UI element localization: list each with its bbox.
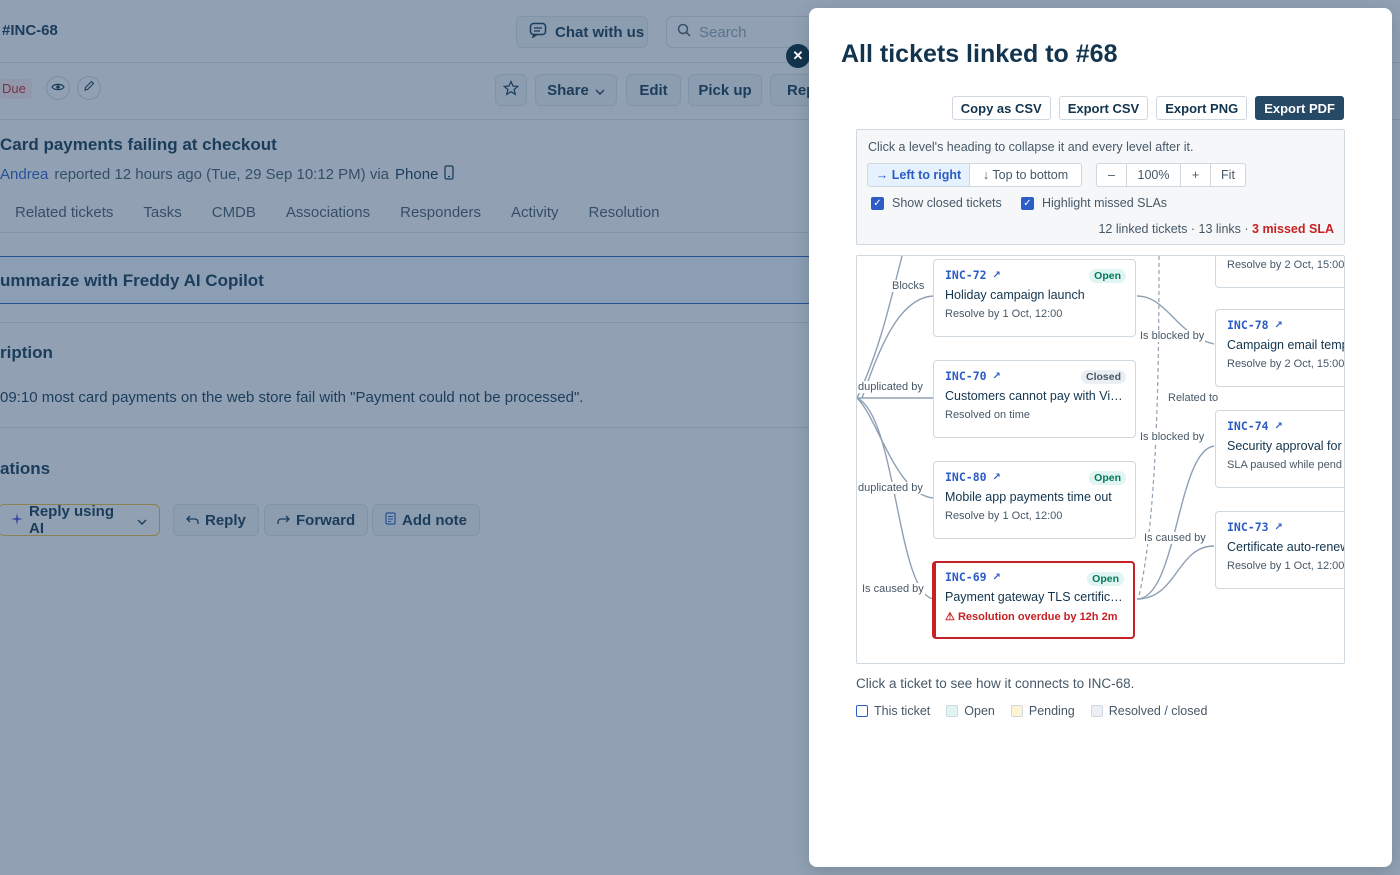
external-link-icon[interactable]: ↗ xyxy=(1275,522,1283,533)
close-icon[interactable]: ✕ xyxy=(786,44,810,68)
graph-controls: Click a level's heading to collapse it a… xyxy=(856,129,1345,245)
external-link-icon[interactable]: ↗ xyxy=(1275,320,1283,331)
export-png-button[interactable]: Export PNG xyxy=(1156,96,1248,120)
edge-label-is-caused-by: Is caused by xyxy=(1143,532,1207,544)
warning-icon: ⚠ xyxy=(945,611,955,623)
modal-title: All tickets linked to #68 xyxy=(841,40,1118,68)
legend-label: Pending xyxy=(1028,704,1075,718)
ticket-id-link[interactable]: INC-74 xyxy=(1227,419,1269,433)
overdue-text: Resolution overdue by 12h 2m xyxy=(957,611,1118,623)
ticket-sla: Resolved on time xyxy=(945,409,1030,421)
ticket-sla: Resolve by 2 Oct, 15:00 xyxy=(1227,358,1345,370)
edge-label-blocks: Blocks xyxy=(891,280,926,292)
ticket-sla: Resolve by 1 Oct, 12:00 xyxy=(1227,560,1345,572)
legend-swatch xyxy=(1090,705,1103,717)
ticket-sla: SLA paused while pend xyxy=(1227,459,1342,471)
ticket-sla: Resolve by 1 Oct, 12:00 xyxy=(945,308,1063,320)
ticket-id-link[interactable]: INC-69 xyxy=(945,570,987,584)
ticket-card-inc-69[interactable]: INC-69 ↗ Open Payment gateway TLS certifi… xyxy=(932,561,1135,639)
ticket-card-inc-72[interactable]: INC-72 ↗ Open Holiday campaign launch Res… xyxy=(933,259,1136,337)
ticket-title: Certificate auto-renew xyxy=(1227,540,1345,554)
top-to-bottom-option[interactable]: ↓ Top to bottom xyxy=(970,164,1081,186)
external-link-icon[interactable]: ↗ xyxy=(993,270,1001,281)
status-badge: Open xyxy=(1089,471,1126,485)
edge-label-duplicated-by: duplicated by xyxy=(857,482,924,494)
copy-csv-button[interactable]: Copy as CSV xyxy=(951,96,1051,120)
direction-toggle: → Left to right ↓ Top to bottom xyxy=(867,163,1082,187)
ticket-card-inc-74[interactable]: INC-74 ↗ Security approval for SLA paused… xyxy=(1215,410,1344,488)
external-link-icon[interactable]: ↗ xyxy=(993,572,1001,583)
legend-item-pending: Pending xyxy=(1010,704,1075,718)
legend-swatch xyxy=(946,705,959,717)
ticket-title: Security approval for xyxy=(1227,439,1342,453)
legend-swatch xyxy=(856,705,868,717)
legend-swatch xyxy=(1010,705,1023,717)
left-to-right-option[interactable]: → Left to right xyxy=(868,164,970,186)
edge-label-is-caused-by: Is caused by xyxy=(861,583,925,595)
zoom-out-button[interactable]: – xyxy=(1097,164,1127,186)
status-badge: Closed xyxy=(1080,370,1126,384)
zoom-controls: – 100% + Fit xyxy=(1096,163,1246,187)
edge xyxy=(857,397,936,600)
export-csv-button[interactable]: Export CSV xyxy=(1058,96,1149,120)
ticket-title: Mobile app payments time out xyxy=(945,490,1112,504)
ticket-title: Campaign email temp xyxy=(1227,338,1345,352)
ticket-card-inc-70[interactable]: INC-70 ↗ Closed Customers cannot pay with… xyxy=(933,360,1136,438)
status-badge: Open xyxy=(1089,269,1126,283)
legend-label: Resolved / closed xyxy=(1108,704,1208,718)
edge-label-is-blocked-by: Is blocked by xyxy=(1139,330,1206,342)
ticket-title: Payment gateway TLS certific… xyxy=(945,590,1123,604)
edge-label-is-blocked-by: Is blocked by xyxy=(1139,431,1206,443)
checkbox-checked-icon[interactable]: ✓ xyxy=(1021,196,1034,210)
ticket-sla: Resolve by 2 Oct, 15:00 xyxy=(1227,259,1345,271)
ticket-id-link[interactable]: INC-70 xyxy=(945,369,987,383)
export-pdf-button[interactable]: Export PDF xyxy=(1255,96,1344,120)
collapse-hint: Click a level's heading to collapse it a… xyxy=(868,140,1194,154)
fit-button[interactable]: Fit xyxy=(1211,164,1245,186)
legend-item-this-ticket: This ticket xyxy=(856,704,930,718)
legend-item-open: Open xyxy=(946,704,995,718)
legend-label: Open xyxy=(964,704,995,718)
zoom-level: 100% xyxy=(1127,164,1181,186)
graph-legend: This ticket Open Pending Resolved / clos… xyxy=(856,704,1207,718)
edge-label-duplicated-by: duplicated by xyxy=(857,381,924,393)
edge-label-related-to: Related to xyxy=(1167,392,1220,404)
ticket-sla: Resolve by 1 Oct, 12:00 xyxy=(945,510,1063,522)
show-closed-toggle[interactable]: ✓ Show closed tickets xyxy=(871,196,1002,210)
ticket-title: Customers cannot pay with Vi… xyxy=(945,389,1123,403)
zoom-in-button[interactable]: + xyxy=(1181,164,1211,186)
ticket-id-link[interactable]: INC-80 xyxy=(945,470,987,484)
external-link-icon[interactable]: ↗ xyxy=(993,371,1001,382)
checkbox-checked-icon[interactable]: ✓ xyxy=(871,196,884,210)
ticket-graph: Blocks duplicated by duplicated by Is ca… xyxy=(856,255,1345,664)
stats-text: 12 linked tickets · 13 links · xyxy=(1098,222,1249,236)
status-badge: Open xyxy=(1087,572,1124,586)
edge xyxy=(1136,545,1215,600)
ticket-sla-overdue: ⚠ Resolution overdue by 12h 2m xyxy=(945,610,1123,623)
linked-tickets-modal: All tickets linked to #68 Copy as CSV Ex… xyxy=(809,8,1392,867)
ticket-card-partial[interactable]: Resolve by 2 Oct, 15:00 xyxy=(1215,256,1345,288)
external-link-icon[interactable]: ↗ xyxy=(1275,421,1283,432)
missed-sla-count: 3 missed SLA xyxy=(1252,222,1334,236)
highlight-missed-toggle[interactable]: ✓ Highlight missed SLAs xyxy=(1021,196,1167,210)
ticket-card-inc-78[interactable]: INC-78 ↗ Campaign email temp Resolve by 2… xyxy=(1215,309,1345,387)
ticket-id-link[interactable]: INC-73 xyxy=(1227,520,1269,534)
dashed-edge xyxy=(1138,256,1160,597)
ticket-id-link[interactable]: INC-78 xyxy=(1227,318,1269,332)
graph-footer-hint: Click a ticket to see how it connects to… xyxy=(856,676,1135,691)
highlight-missed-label: Highlight missed SLAs xyxy=(1042,196,1168,210)
legend-item-resolved-closed: Resolved / closed xyxy=(1090,704,1208,718)
legend-label: This ticket xyxy=(874,704,931,718)
ticket-title: Holiday campaign launch xyxy=(945,288,1085,302)
edge xyxy=(1136,445,1215,600)
ticket-card-inc-73[interactable]: INC-73 ↗ Certificate auto-renew Resolve b… xyxy=(1215,511,1345,589)
show-closed-label: Show closed tickets xyxy=(892,196,1002,210)
export-buttons: Copy as CSV Export CSV Export PNG Export… xyxy=(951,96,1344,120)
ticket-id-link[interactable]: INC-72 xyxy=(945,268,987,282)
external-link-icon[interactable]: ↗ xyxy=(993,472,1001,483)
ticket-card-inc-80[interactable]: INC-80 ↗ Open Mobile app payments time ou… xyxy=(933,461,1136,539)
edge xyxy=(857,256,903,399)
graph-stats: 12 linked tickets · 13 links · 3 missed … xyxy=(1098,222,1334,236)
